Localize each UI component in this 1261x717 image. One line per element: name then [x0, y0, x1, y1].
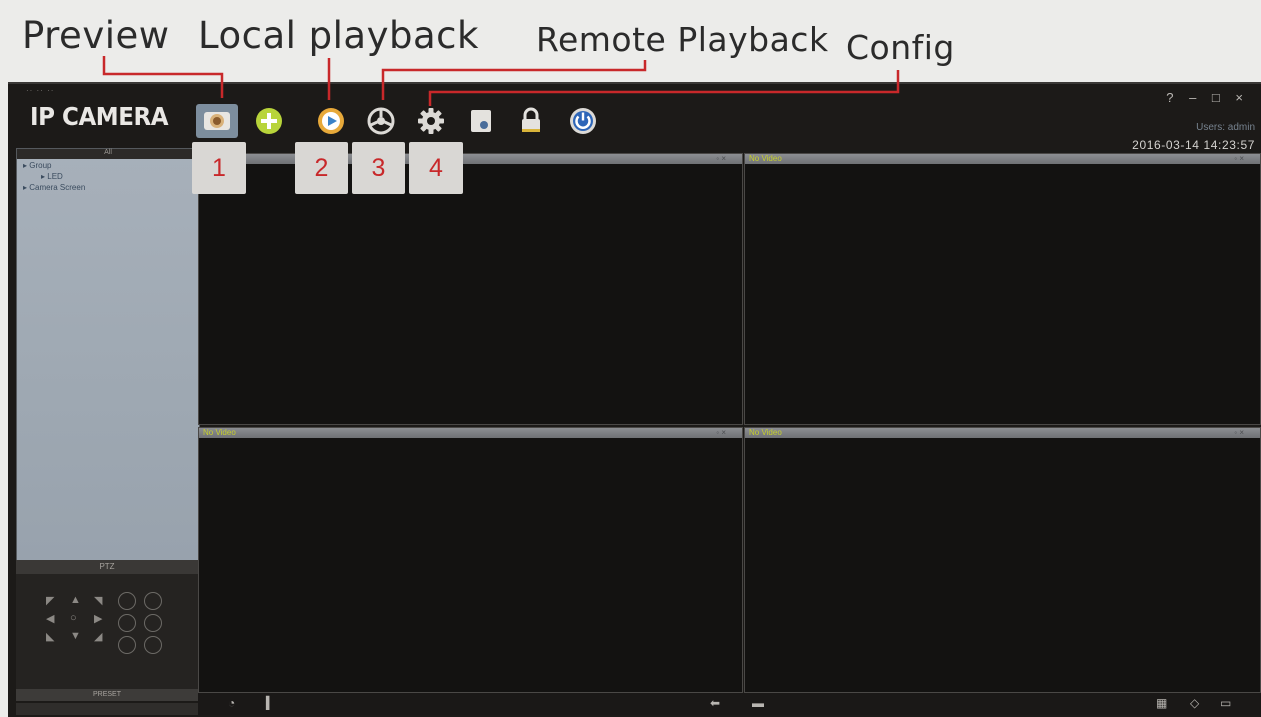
- ptz-up-left-button[interactable]: ◤: [46, 594, 66, 607]
- device-icon: [471, 110, 491, 132]
- video-grid: ◦ × No Video ◦ × No Video ◦ × No Video ◦…: [198, 153, 1261, 693]
- datetime-display: 2016-03-14 14:23:57: [1132, 138, 1255, 152]
- local-playback-icon: [318, 108, 344, 134]
- ptz-direction-pad: ◤ ▲ ◥ ◀ ○ ▶ ◣ ▼ ◢: [46, 594, 114, 643]
- ptz-left-button[interactable]: ◀: [46, 612, 66, 625]
- video-tile-3[interactable]: No Video ◦ ×: [198, 427, 743, 693]
- app-logo: IP CAMERA: [30, 102, 169, 131]
- ptz-control-panel: ◤ ▲ ◥ ◀ ○ ▶ ◣ ▼ ◢: [16, 574, 198, 689]
- config-button[interactable]: [414, 104, 448, 138]
- tile-header: No Video: [745, 154, 1260, 164]
- remote-playback-icon: [367, 107, 395, 135]
- tree-item-label: LED: [47, 172, 63, 181]
- video-tile-4[interactable]: No Video ◦ ×: [744, 427, 1261, 693]
- tile-close-icon[interactable]: ◦ ×: [1234, 154, 1244, 163]
- ptz-up-button[interactable]: ▲: [70, 594, 90, 607]
- local-playback-button[interactable]: [314, 104, 348, 138]
- window-caption: ·· ·· ··: [26, 86, 55, 95]
- tree-item-group[interactable]: ▸ Group: [23, 161, 199, 170]
- preview-button[interactable]: [196, 104, 238, 138]
- ptz-right-button[interactable]: ▶: [94, 612, 114, 625]
- iris-open-button[interactable]: [118, 636, 136, 654]
- tile-close-icon[interactable]: ◦ ×: [716, 154, 726, 163]
- tree-item-label: Group: [29, 161, 52, 170]
- lock-button[interactable]: [514, 104, 548, 138]
- preview-icon: [204, 112, 230, 130]
- tree-item-label: Camera Screen: [29, 183, 86, 192]
- layout-grid-icon[interactable]: ▦: [1156, 696, 1167, 710]
- volume-icon[interactable]: ▍: [266, 696, 275, 710]
- add-device-button[interactable]: [252, 104, 286, 138]
- back-icon[interactable]: ⬅: [710, 696, 720, 710]
- tile-header: [199, 154, 742, 164]
- add-device-icon: [256, 108, 282, 134]
- tree-item-led[interactable]: ▸ LED: [41, 172, 199, 181]
- ptz-down-left-button[interactable]: ◣: [46, 630, 66, 643]
- iris-close-button[interactable]: [144, 636, 162, 654]
- device-tree-header: All: [17, 149, 199, 159]
- tree-item-camera-screen[interactable]: ▸ Camera Screen: [23, 183, 199, 192]
- ptz-center-button[interactable]: ○: [70, 612, 90, 625]
- annotation-local-playback: Local playback: [198, 14, 479, 57]
- current-user: Users: admin: [1196, 122, 1255, 133]
- record-icon[interactable]: ◔: [228, 696, 235, 710]
- remote-playback-button[interactable]: [364, 104, 398, 138]
- annotation-remote-playback: Remote Playback: [536, 20, 829, 59]
- tile-label: No Video: [749, 154, 782, 163]
- badge-preview: 1: [192, 142, 246, 194]
- device-button[interactable]: [464, 104, 498, 138]
- video-tile-1[interactable]: ◦ ×: [198, 153, 743, 425]
- ptz-up-right-button[interactable]: ◥: [94, 594, 114, 607]
- focus-far-button[interactable]: [144, 614, 162, 632]
- zoom-in-button[interactable]: [118, 592, 136, 610]
- bottom-toolbar: ◔ ▍ ⬅ ▬ ▦ ◇ ▭: [198, 693, 1261, 715]
- video-tile-2[interactable]: No Video ◦ ×: [744, 153, 1261, 425]
- preset-bar[interactable]: PRESET: [16, 689, 198, 701]
- tile-label: No Video: [749, 428, 782, 437]
- badge-config: 4: [409, 142, 463, 194]
- power-icon: [570, 108, 596, 134]
- focus-near-button[interactable]: [118, 614, 136, 632]
- ptz-header: PTZ: [16, 560, 198, 574]
- ptz-down-button[interactable]: ▼: [70, 630, 90, 643]
- settings-icon[interactable]: ▭: [1220, 696, 1231, 710]
- window-controls[interactable]: ? – □ ×: [1166, 90, 1249, 105]
- badge-local-playback: 2: [295, 142, 348, 194]
- tile-label: No Video: [203, 428, 236, 437]
- badge-remote-playback: 3: [352, 142, 405, 194]
- device-tree-panel: All ▸ Group ▸ LED ▸ Camera Screen: [16, 148, 200, 562]
- zoom-out-button[interactable]: [144, 592, 162, 610]
- tile-close-icon[interactable]: ◦ ×: [716, 428, 726, 437]
- ptz-down-right-button[interactable]: ◢: [94, 630, 114, 643]
- annotation-config: Config: [846, 28, 955, 67]
- snapshot-icon[interactable]: ▬: [752, 696, 764, 710]
- tile-header: No Video: [745, 428, 1260, 438]
- tile-close-icon[interactable]: ◦ ×: [1234, 428, 1244, 437]
- tile-header: No Video: [199, 428, 742, 438]
- preset-selector[interactable]: [16, 703, 198, 715]
- config-gear-icon: [418, 108, 444, 134]
- fullscreen-icon[interactable]: ◇: [1190, 696, 1199, 710]
- annotation-preview: Preview: [22, 14, 170, 57]
- power-button[interactable]: [566, 104, 600, 138]
- lock-icon: [522, 107, 540, 132]
- ptz-zoom-controls: [118, 592, 166, 654]
